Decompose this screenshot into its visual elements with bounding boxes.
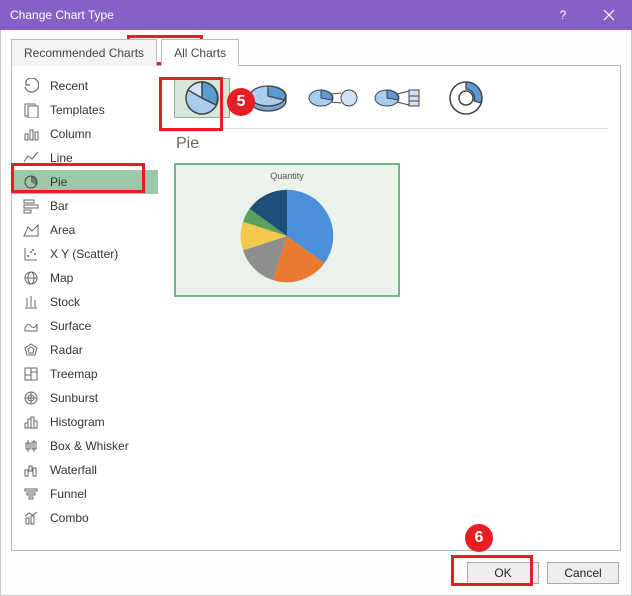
sidebar-item-label: Combo — [50, 511, 89, 525]
subtype-doughnut[interactable] — [438, 78, 494, 118]
templates-icon — [22, 101, 40, 119]
pie-3d-subtype-icon — [244, 81, 292, 115]
sidebar-item-label: Histogram — [50, 415, 105, 429]
scatter-icon — [22, 245, 40, 263]
column-icon — [22, 125, 40, 143]
cancel-label: Cancel — [564, 566, 601, 580]
subtype-title: Pie — [176, 135, 608, 153]
sidebar-item-label: X Y (Scatter) — [50, 247, 118, 261]
bar-of-pie-subtype-icon — [373, 83, 427, 113]
waterfall-icon — [22, 461, 40, 479]
sidebar-item-sunburst[interactable]: Sunburst — [12, 386, 158, 410]
help-icon: ? — [560, 8, 567, 22]
recent-icon — [22, 77, 40, 95]
sidebar-item-box-whisker[interactable]: Box & Whisker — [12, 434, 158, 458]
sidebar-item-label: Box & Whisker — [50, 439, 129, 453]
sidebar-item-label: Radar — [50, 343, 83, 357]
pie-subtype-icon — [180, 79, 224, 117]
area-icon — [22, 221, 40, 239]
sidebar-item-map[interactable]: Map — [12, 266, 158, 290]
dialog-body: Recommended Charts All Charts Recent Tem… — [0, 30, 632, 596]
sidebar-item-recent[interactable]: Recent — [12, 74, 158, 98]
divider — [174, 128, 608, 129]
sidebar-item-combo[interactable]: Combo — [12, 506, 158, 530]
bar-icon — [22, 197, 40, 215]
subtype-pie[interactable] — [174, 78, 230, 118]
sidebar-item-label: Treemap — [50, 367, 98, 381]
line-icon — [22, 149, 40, 167]
cancel-button[interactable]: Cancel — [547, 562, 619, 584]
sunburst-icon — [22, 389, 40, 407]
chart-category-list: Recent Templates Column Line — [12, 66, 158, 550]
chart-preview[interactable]: Quantity — [174, 163, 400, 297]
subtype-pie-of-pie[interactable] — [306, 78, 362, 118]
tab-all-charts[interactable]: All Charts — [161, 39, 239, 66]
sidebar-item-histogram[interactable]: Histogram — [12, 410, 158, 434]
sidebar-item-label: Surface — [50, 319, 91, 333]
close-button[interactable] — [586, 0, 632, 30]
sidebar-item-funnel[interactable]: Funnel — [12, 482, 158, 506]
sidebar-item-label: Funnel — [50, 487, 87, 501]
sidebar-item-radar[interactable]: Radar — [12, 338, 158, 362]
sidebar-item-stock[interactable]: Stock — [12, 290, 158, 314]
doughnut-subtype-icon — [446, 79, 486, 117]
treemap-icon — [22, 365, 40, 383]
funnel-icon — [22, 485, 40, 503]
titlebar: Change Chart Type ? — [0, 0, 632, 30]
stock-icon — [22, 293, 40, 311]
sidebar-item-label: Area — [50, 223, 75, 237]
sidebar-item-pie[interactable]: Pie — [12, 170, 158, 194]
sidebar-item-area[interactable]: Area — [12, 218, 158, 242]
histogram-icon — [22, 413, 40, 431]
surface-icon — [22, 317, 40, 335]
sidebar-item-waterfall[interactable]: Waterfall — [12, 458, 158, 482]
sidebar-item-surface[interactable]: Surface — [12, 314, 158, 338]
ok-button[interactable]: OK — [467, 562, 539, 584]
sidebar-item-line[interactable]: Line — [12, 146, 158, 170]
sidebar-item-label: Waterfall — [50, 463, 97, 477]
sidebar-item-treemap[interactable]: Treemap — [12, 362, 158, 386]
ok-label: OK — [494, 566, 511, 580]
sidebar-item-label: Recent — [50, 79, 88, 93]
help-button[interactable]: ? — [540, 0, 586, 30]
box-whisker-icon — [22, 437, 40, 455]
sidebar-item-label: Stock — [50, 295, 80, 309]
sidebar-item-label: Column — [50, 127, 91, 141]
sidebar-item-templates[interactable]: Templates — [12, 98, 158, 122]
sidebar-item-column[interactable]: Column — [12, 122, 158, 146]
preview-pie-chart — [232, 183, 342, 289]
subtype-pie-3d[interactable] — [240, 78, 296, 118]
dialog-footer: OK Cancel — [1, 551, 631, 595]
tab-label: Recommended Charts — [24, 46, 144, 60]
sidebar-item-scatter[interactable]: X Y (Scatter) — [12, 242, 158, 266]
sidebar-item-label: Pie — [50, 175, 67, 189]
window-title: Change Chart Type — [10, 8, 114, 22]
preview-title: Quantity — [270, 171, 304, 181]
close-icon — [603, 9, 615, 21]
tab-recommended-charts[interactable]: Recommended Charts — [11, 39, 157, 66]
tab-strip: Recommended Charts All Charts — [11, 38, 631, 65]
content-panel: Pie Quantity — [158, 66, 620, 550]
pie-icon — [22, 173, 40, 191]
sidebar-item-label: Map — [50, 271, 73, 285]
tab-label: All Charts — [174, 46, 226, 60]
sidebar-item-label: Sunburst — [50, 391, 98, 405]
sidebar-item-label: Templates — [50, 103, 105, 117]
radar-icon — [22, 341, 40, 359]
subtype-bar-of-pie[interactable] — [372, 78, 428, 118]
sidebar-item-bar[interactable]: Bar — [12, 194, 158, 218]
subtype-row — [174, 78, 608, 118]
pie-of-pie-subtype-icon — [307, 83, 361, 113]
main-panel: Recent Templates Column Line — [11, 66, 621, 551]
sidebar-item-label: Bar — [50, 199, 69, 213]
combo-icon — [22, 509, 40, 527]
sidebar-item-label: Line — [50, 151, 73, 165]
map-icon — [22, 269, 40, 287]
